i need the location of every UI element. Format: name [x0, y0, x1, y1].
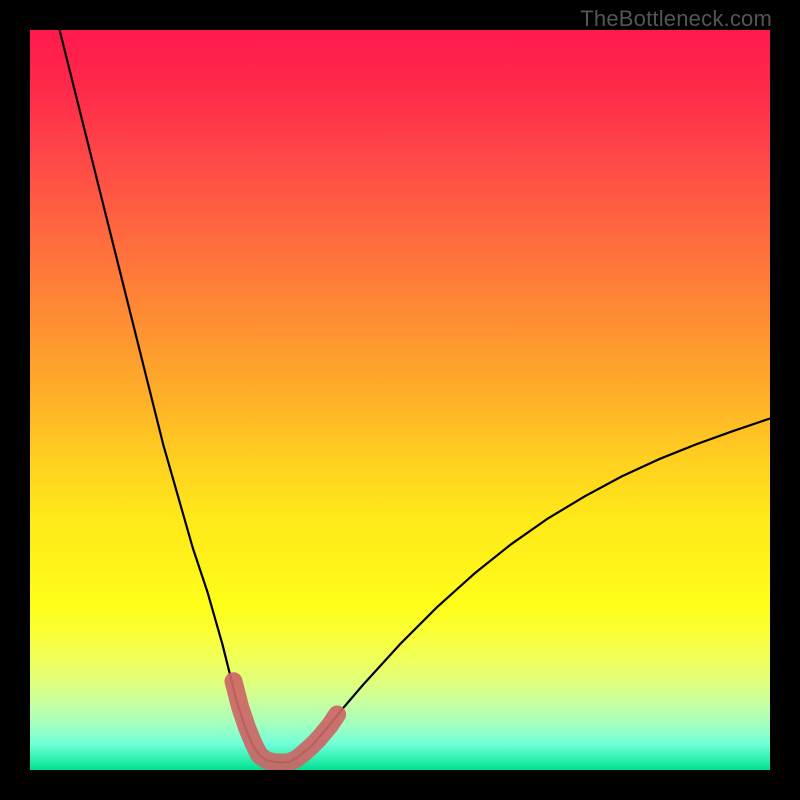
bottleneck-curve [60, 30, 770, 763]
chart-frame: TheBottleneck.com [0, 0, 800, 800]
highlight-segment [234, 681, 338, 762]
plot-area [30, 30, 770, 770]
curve-layer [30, 30, 770, 770]
attribution-watermark: TheBottleneck.com [580, 6, 772, 32]
